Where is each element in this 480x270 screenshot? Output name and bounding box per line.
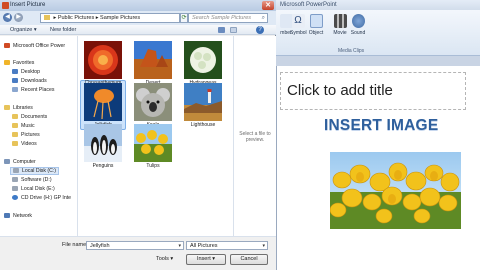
folder-icon <box>44 15 50 20</box>
caption-lighthouse: Lighthouse <box>190 122 216 128</box>
ribbon-button-movie[interactable]: Movie <box>332 14 348 36</box>
ribbon: mber Ω Symbol Object Movie Sound Media C… <box>276 10 480 56</box>
tree-item-desktop[interactable]: Desktop <box>12 69 40 75</box>
forward-arrow-icon[interactable]: ▶ <box>14 13 23 22</box>
thumb-hydrangeas[interactable] <box>184 41 222 79</box>
tree-item-music[interactable]: Music <box>12 123 35 129</box>
thumb-jellyfish[interactable] <box>84 83 122 121</box>
breadcrumb-sep: ▸ <box>53 15 57 21</box>
tree-item-downloads[interactable]: Downloads <box>12 78 47 84</box>
preview-pane-icon[interactable] <box>230 27 237 33</box>
view-icon[interactable] <box>218 27 225 33</box>
downloads-icon <box>12 78 18 83</box>
preview-pane: Select a file to preview. <box>233 36 276 236</box>
breadcrumb-sample-pictures[interactable]: Sample Pictures <box>100 15 140 21</box>
close-button[interactable]: ✕ <box>262 1 274 10</box>
caption-tulips: Tulips <box>146 163 160 169</box>
dialog-titlebar: Insert Picture ✕ <box>0 0 276 11</box>
network-icon <box>4 213 10 218</box>
file-list: Chrysanthemum Desert Hydrangeas Jellyfis… <box>78 36 233 236</box>
slide-heading: INSERT IMAGE <box>324 117 439 134</box>
thumb-koala[interactable] <box>134 83 172 121</box>
tulips-image[interactable] <box>330 152 461 229</box>
tree-item-software-d[interactable]: Software (D:) <box>12 177 52 183</box>
address-bar[interactable]: ▸ Public Pictures ▸ Sample Pictures <box>40 13 180 23</box>
cd-drive-icon <box>12 195 18 200</box>
computer-icon <box>4 159 10 164</box>
documents-icon <box>12 114 18 119</box>
omega-icon: Ω <box>291 14 305 28</box>
tools-button[interactable]: Tools ▾ <box>156 256 173 262</box>
drive-icon <box>13 168 19 173</box>
tree-item-recent-places[interactable]: Recent Places <box>12 87 54 93</box>
new-folder-button[interactable]: New folder <box>50 27 76 33</box>
file-name-label: File name: <box>62 242 88 248</box>
libraries-icon <box>4 105 10 110</box>
organize-button[interactable]: Organize ▾ <box>10 27 37 33</box>
office-icon <box>4 43 10 48</box>
music-icon <box>12 123 18 128</box>
thumb-desert[interactable] <box>134 41 172 79</box>
powerpoint-titlebar: Microsoft PowerPoint <box>276 0 480 10</box>
command-bar: Organize ▾ New folder ? <box>0 25 276 35</box>
tree-item-documents[interactable]: Documents <box>12 114 47 120</box>
star-icon <box>4 60 10 65</box>
tree-network[interactable]: Network <box>4 213 32 219</box>
file-name-input[interactable]: Jellyfish ▾ <box>86 241 184 250</box>
thumb-lighthouse[interactable] <box>184 83 222 121</box>
tree-item-local-disk-e[interactable]: Local Disk (E:) <box>12 186 55 192</box>
chevron-down-icon[interactable]: ▾ <box>262 243 265 249</box>
tree-item-pictures[interactable]: Pictures <box>12 132 40 138</box>
navigation-bar: ◀ ▶ ▸ Public Pictures ▸ Sample Pictures … <box>0 11 276 25</box>
drive-icon <box>12 177 18 182</box>
tree-libraries[interactable]: Libraries <box>4 105 33 111</box>
ribbon-button-object[interactable]: Object <box>308 14 324 36</box>
dialog-title: Insert Picture <box>10 2 46 8</box>
recent-places-icon <box>12 87 18 92</box>
thumb-penguins[interactable] <box>84 124 122 162</box>
thumb-chrysanthemum[interactable] <box>84 41 122 79</box>
ribbon-button-symbol[interactable]: Ω Symbol <box>290 14 307 36</box>
refresh-icon[interactable]: ⟳ <box>180 13 188 23</box>
help-icon[interactable]: ? <box>256 26 264 34</box>
file-type-select[interactable]: All Pictures ▾ <box>186 241 268 250</box>
chevron-down-icon[interactable]: ▾ <box>178 243 181 249</box>
powerpoint-title: Microsoft PowerPoint <box>280 2 337 8</box>
tree-item-local-disk-c[interactable]: Local Disk (C:) <box>10 167 60 175</box>
preview-message: Select a file to preview. <box>239 131 271 143</box>
breadcrumb-sep: ▸ <box>95 15 99 21</box>
search-icon: ⌕ <box>261 15 265 21</box>
tree-item-cd-drive-h[interactable]: CD Drive (H:) GP Inte <box>12 195 71 201</box>
object-icon <box>309 14 323 28</box>
navigation-pane: Microsoft Office Power Favorites Desktop… <box>0 36 78 236</box>
powerpoint-app-icon <box>2 2 9 9</box>
ribbon-button-sound[interactable]: Sound <box>350 14 366 36</box>
insert-button[interactable]: Insert ▾ <box>186 254 226 265</box>
tree-item-videos[interactable]: Videos <box>12 141 37 147</box>
tree-item-office[interactable]: Microsoft Office Power <box>4 43 65 49</box>
film-icon <box>333 14 347 28</box>
title-placeholder[interactable]: Click to add title <box>280 72 466 110</box>
dialog-footer: File name: Jellyfish ▾ All Pictures ▾ To… <box>0 236 276 270</box>
tree-computer[interactable]: Computer <box>4 159 36 165</box>
insert-picture-dialog: Insert Picture ✕ ◀ ▶ ▸ Public Pictures ▸… <box>0 0 276 270</box>
speaker-icon <box>351 14 365 28</box>
back-arrow-icon[interactable]: ◀ <box>3 13 12 22</box>
videos-icon <box>12 141 18 146</box>
tree-favorites[interactable]: Favorites <box>4 60 34 66</box>
search-input[interactable]: Search Sample Pictures ⌕ <box>188 13 268 23</box>
desktop-icon <box>12 69 18 74</box>
caption-penguins: Penguins <box>92 163 114 169</box>
cancel-button[interactable]: Cancel <box>230 254 268 265</box>
thumb-tulips[interactable] <box>134 124 172 162</box>
pictures-icon <box>12 132 18 137</box>
breadcrumb-public-pictures[interactable]: Public Pictures <box>58 15 94 21</box>
ribbon-group-media-clips: Media Clips <box>338 48 365 54</box>
drive-icon <box>12 186 18 191</box>
